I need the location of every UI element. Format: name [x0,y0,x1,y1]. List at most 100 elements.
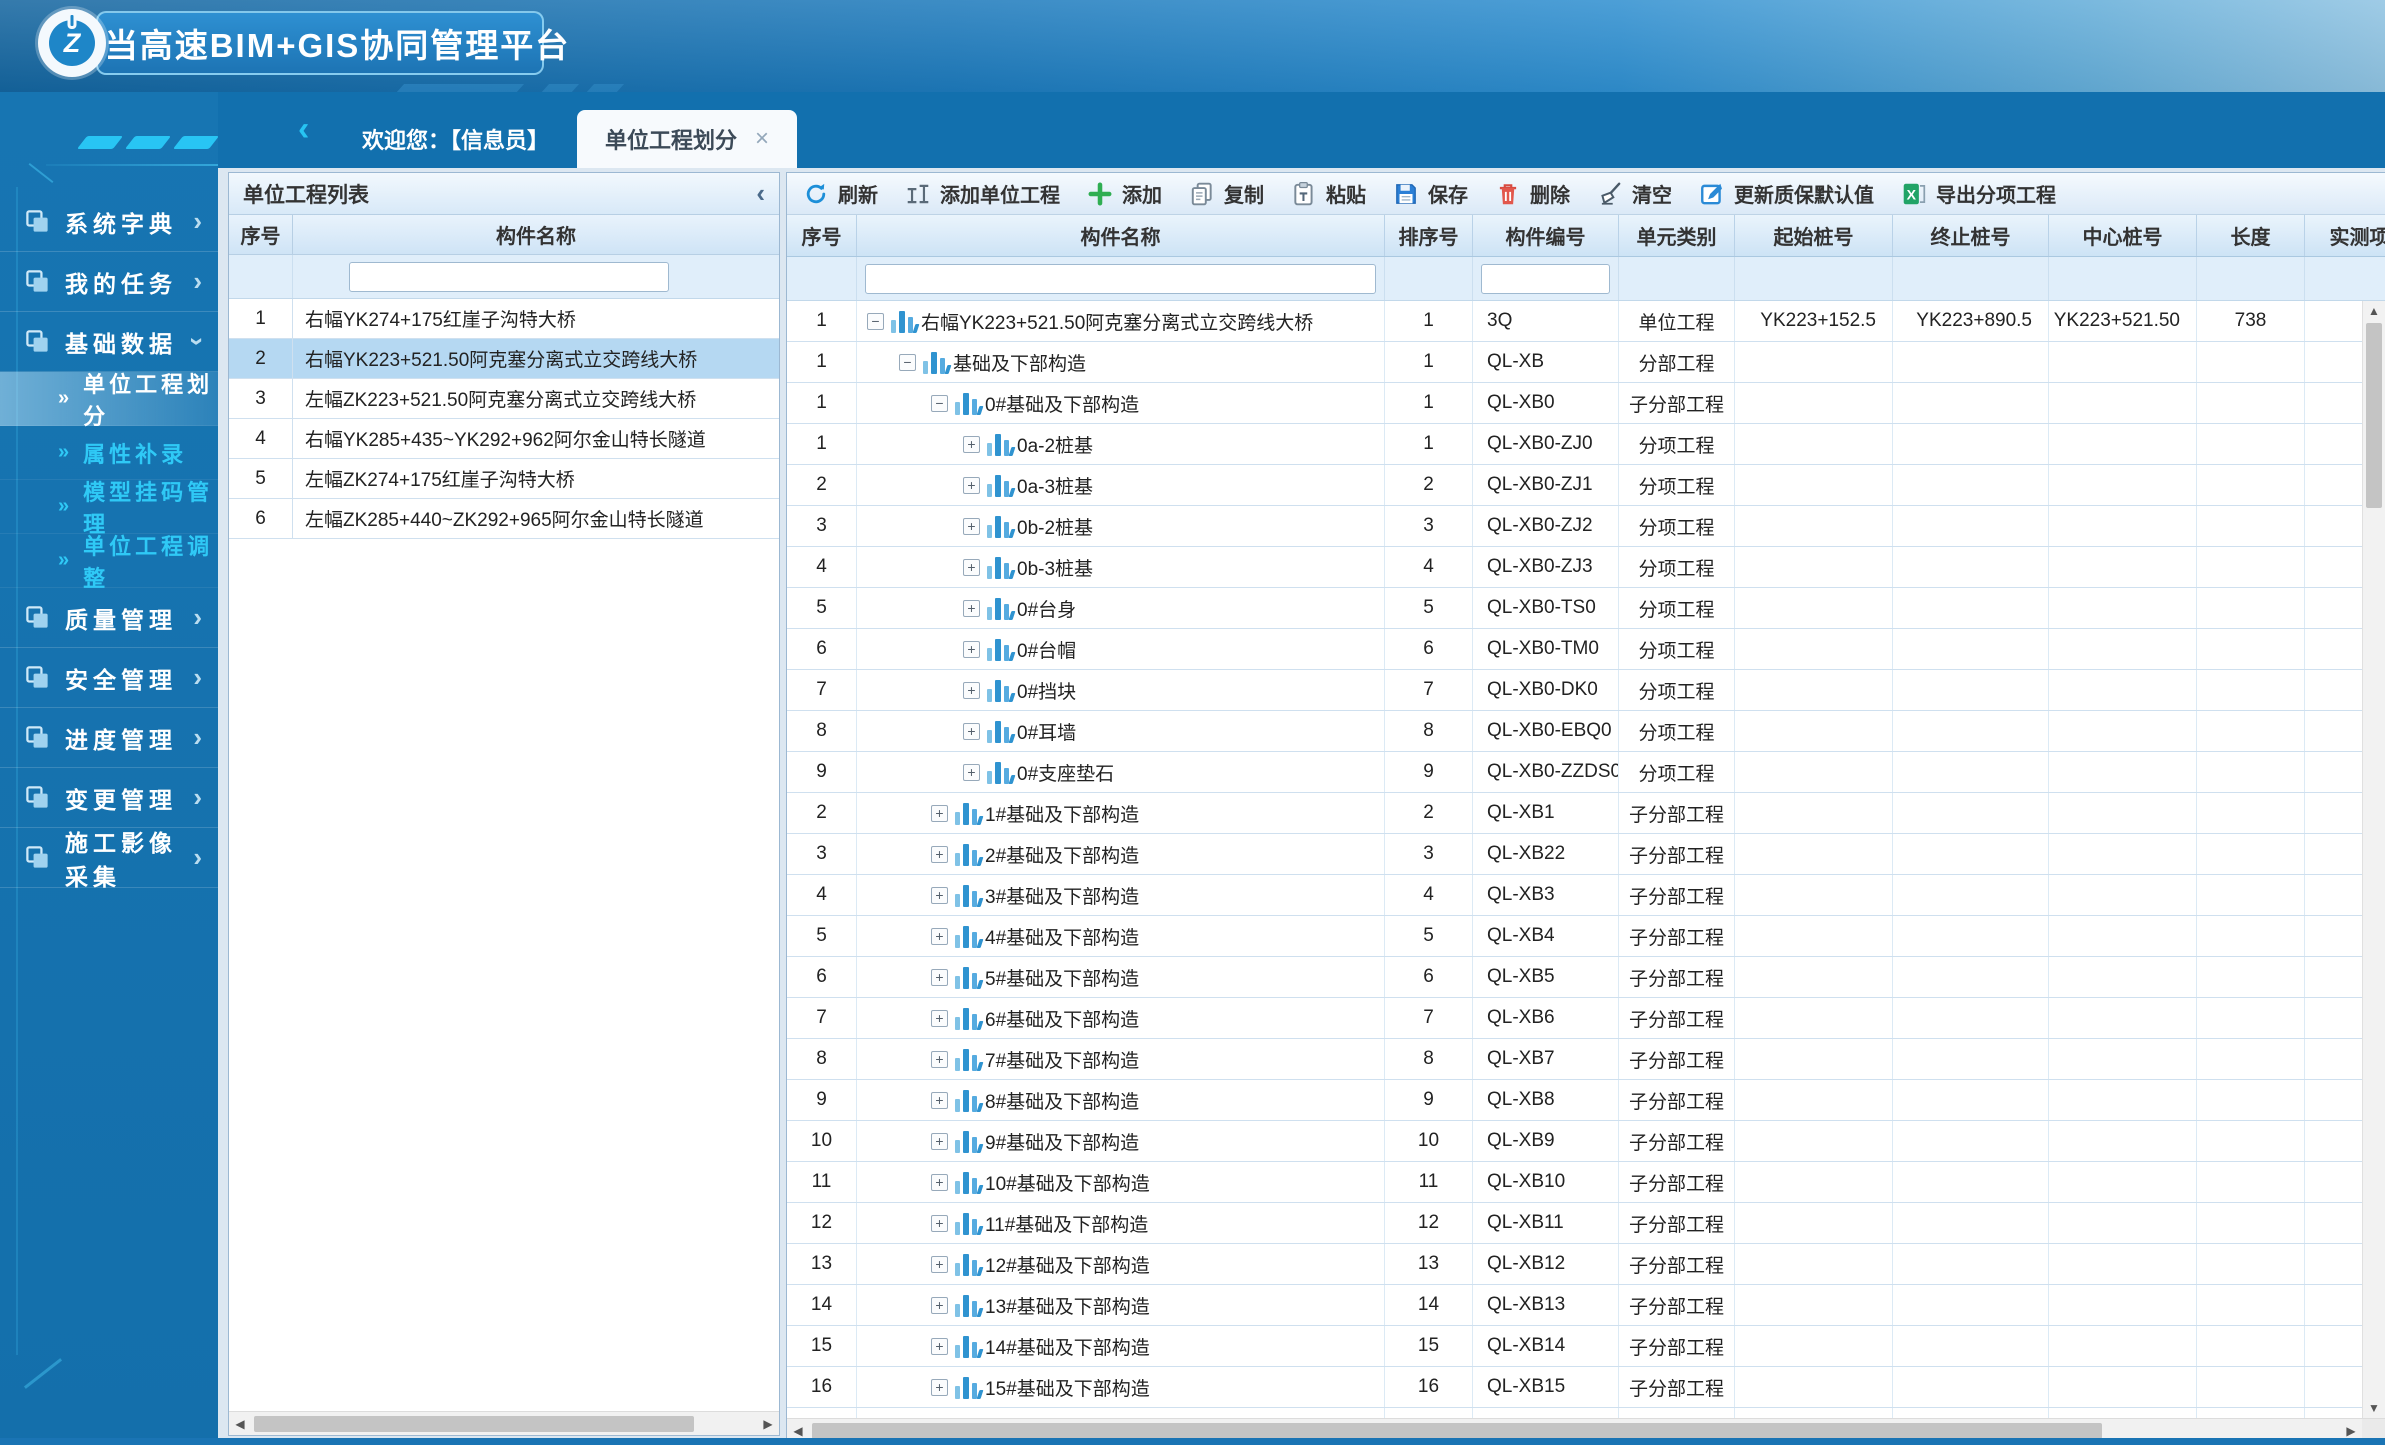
sidebar-item-10[interactable]: 变更管理› [0,768,218,828]
toolbar-button-9[interactable]: X导出分项工程 [1901,179,2056,208]
table-row-10[interactable]: 7+0#挡块7QL-XB0-DK0分项工程 [787,670,2385,711]
expand-node-icon[interactable]: + [931,846,948,863]
column-header-8[interactable]: 长度 [2197,215,2305,256]
tab-active-1[interactable]: 单位工程划分× [577,110,797,168]
expand-node-icon[interactable]: + [963,436,980,453]
vertical-scrollbar[interactable]: ▲ ▼ [2362,301,2385,1418]
sidebar-item-1[interactable]: 我的任务› [0,252,218,312]
column-header-7[interactable]: 中心桩号 [2049,215,2197,256]
table-row-25[interactable]: 14+13#基础及下部构造14QL-XB13子分部工程 [787,1285,2385,1326]
toolbar-button-4[interactable]: 粘贴 [1291,179,1366,208]
collapse-node-icon[interactable]: − [867,313,884,330]
table-row-1[interactable]: 1−右幅YK223+521.50阿克塞分离式立交跨线大桥13Q单位工程YK223… [787,301,2385,342]
table-row-19[interactable]: 8+7#基础及下部构造8QL-XB7子分部工程 [787,1039,2385,1080]
scroll-up-icon[interactable]: ▲ [2363,301,2385,321]
tabs-back-chevron-icon[interactable]: ‹ [298,110,309,149]
column-header-1[interactable]: 构件名称 [857,215,1385,256]
sidebar-item-7[interactable]: 质量管理› [0,588,218,648]
expand-node-icon[interactable]: + [931,1297,948,1314]
column-header-3[interactable]: 构件编号 [1473,215,1619,256]
expand-node-icon[interactable]: + [963,764,980,781]
expand-node-icon[interactable]: + [963,559,980,576]
table-row-20[interactable]: 9+8#基础及下部构造9QL-XB8子分部工程 [787,1080,2385,1121]
column-header-9[interactable]: 实测项目数 [2305,215,2385,256]
table-row-5[interactable]: 2+0a-3桩基2QL-XB0-ZJ1分项工程 [787,465,2385,506]
expand-node-icon[interactable]: + [931,1174,948,1191]
collapse-node-icon[interactable]: − [899,354,916,371]
table-row-11[interactable]: 8+0#耳墙8QL-XB0-EBQ0分项工程 [787,711,2385,752]
tab-close-icon[interactable]: × [755,125,769,153]
table-row-18[interactable]: 7+6#基础及下部构造7QL-XB6子分部工程 [787,998,2385,1039]
expand-node-icon[interactable]: + [963,682,980,699]
scrollbar-thumb[interactable] [2366,323,2382,508]
table-row-22[interactable]: 11+10#基础及下部构造11QL-XB10子分部工程 [787,1162,2385,1203]
column-header-2[interactable]: 排序号 [1385,215,1473,256]
column-header-4[interactable]: 单元类别 [1619,215,1735,256]
collapse-panel-icon[interactable]: ‹ [756,178,765,209]
toolbar-button-5[interactable]: 保存 [1393,179,1468,208]
expand-node-icon[interactable]: + [931,805,948,822]
expand-node-icon[interactable]: + [931,887,948,904]
expand-node-icon[interactable]: + [931,1010,948,1027]
expand-node-icon[interactable]: + [931,1092,948,1109]
scrollbar-thumb[interactable] [254,1416,694,1432]
sidebar-item-0[interactable]: 系统字典› [0,192,218,252]
table-row-24[interactable]: 13+12#基础及下部构造13QL-XB12子分部工程 [787,1244,2385,1285]
table-row-4[interactable]: 1+0a-2桩基1QL-XB0-ZJ0分项工程 [787,424,2385,465]
table-row-9[interactable]: 6+0#台帽6QL-XB0-TM0分项工程 [787,629,2385,670]
unit-project-row-3[interactable]: 3左幅ZK223+521.50阿克塞分离式立交跨线大桥 [229,379,779,419]
sidebar-subitem-5[interactable]: »模型挂码管理 [0,480,218,534]
expand-node-icon[interactable]: + [931,928,948,945]
unit-project-row-2[interactable]: 2右幅YK223+521.50阿克塞分离式立交跨线大桥 [229,339,779,379]
table-row-3[interactable]: 1−0#基础及下部构造1QL-XB0子分部工程 [787,383,2385,424]
left-horizontal-scrollbar[interactable]: ◀ ▶ [229,1411,779,1435]
expand-node-icon[interactable]: + [963,477,980,494]
unit-project-row-1[interactable]: 1右幅YK274+175红崖子沟特大桥 [229,299,779,339]
expand-node-icon[interactable]: + [963,600,980,617]
table-row-7[interactable]: 4+0b-3桩基4QL-XB0-ZJ3分项工程 [787,547,2385,588]
sidebar-subitem-4[interactable]: »属性补录 [0,426,218,480]
toolbar-button-0[interactable]: 刷新 [803,179,878,208]
expand-node-icon[interactable]: + [963,518,980,535]
scroll-left-icon[interactable]: ◀ [229,1417,251,1431]
expand-node-icon[interactable]: + [931,1133,948,1150]
table-row-21[interactable]: 10+9#基础及下部构造10QL-XB9子分部工程 [787,1121,2385,1162]
table-row-15[interactable]: 4+3#基础及下部构造4QL-XB3子分部工程 [787,875,2385,916]
tab-item-0[interactable]: 欢迎您：【信息员】 [334,110,577,168]
table-row-26[interactable]: 15+14#基础及下部构造15QL-XB14子分部工程 [787,1326,2385,1367]
toolbar-button-2[interactable]: 添加 [1087,179,1162,208]
sidebar-item-2[interactable]: 基础数据› [0,312,218,372]
toolbar-button-7[interactable]: 清空 [1597,179,1672,208]
expand-node-icon[interactable]: + [963,723,980,740]
expand-node-icon[interactable]: + [931,1215,948,1232]
table-row-23[interactable]: 12+11#基础及下部构造12QL-XB11子分部工程 [787,1203,2385,1244]
sidebar-item-9[interactable]: 进度管理› [0,708,218,768]
unit-project-row-6[interactable]: 6左幅ZK285+440~ZK292+965阿尔金山特长隧道 [229,499,779,539]
expand-node-icon[interactable]: + [931,1256,948,1273]
toolbar-button-1[interactable]: 添加单位工程 [905,179,1060,208]
column-header-6[interactable]: 终止桩号 [1893,215,2049,256]
table-row-6[interactable]: 3+0b-2桩基3QL-XB0-ZJ2分项工程 [787,506,2385,547]
table-row-17[interactable]: 6+5#基础及下部构造6QL-XB5子分部工程 [787,957,2385,998]
table-row-13[interactable]: 2+1#基础及下部构造2QL-XB1子分部工程 [787,793,2385,834]
name-filter-input[interactable] [865,264,1376,294]
scroll-left-icon[interactable]: ◀ [787,1424,809,1438]
table-row-14[interactable]: 3+2#基础及下部构造3QL-XB22子分部工程 [787,834,2385,875]
expand-node-icon[interactable]: + [931,1338,948,1355]
table-row-2[interactable]: 1−基础及下部构造1QL-XB分部工程 [787,342,2385,383]
expand-node-icon[interactable]: + [931,1379,948,1396]
toolbar-button-8[interactable]: 更新质保默认值 [1699,179,1874,208]
scroll-down-icon[interactable]: ▼ [2363,1398,2385,1418]
toolbar-button-6[interactable]: 删除 [1495,179,1570,208]
left-name-filter-input[interactable] [349,262,669,292]
column-header-0[interactable]: 序号 [787,215,857,256]
table-row-27[interactable]: 16+15#基础及下部构造16QL-XB15子分部工程 [787,1367,2385,1408]
collapse-node-icon[interactable]: − [931,395,948,412]
code-filter-input[interactable] [1481,264,1610,294]
scroll-right-icon[interactable]: ▶ [2340,1424,2362,1438]
sidebar-subitem-3[interactable]: »单位工程划分 [0,372,218,426]
table-row-12[interactable]: 9+0#支座垫石9QL-XB0-ZZDS0分项工程 [787,752,2385,793]
expand-node-icon[interactable]: + [963,641,980,658]
scroll-right-icon[interactable]: ▶ [757,1417,779,1431]
sidebar-item-11[interactable]: 施工影像采集› [0,828,218,888]
